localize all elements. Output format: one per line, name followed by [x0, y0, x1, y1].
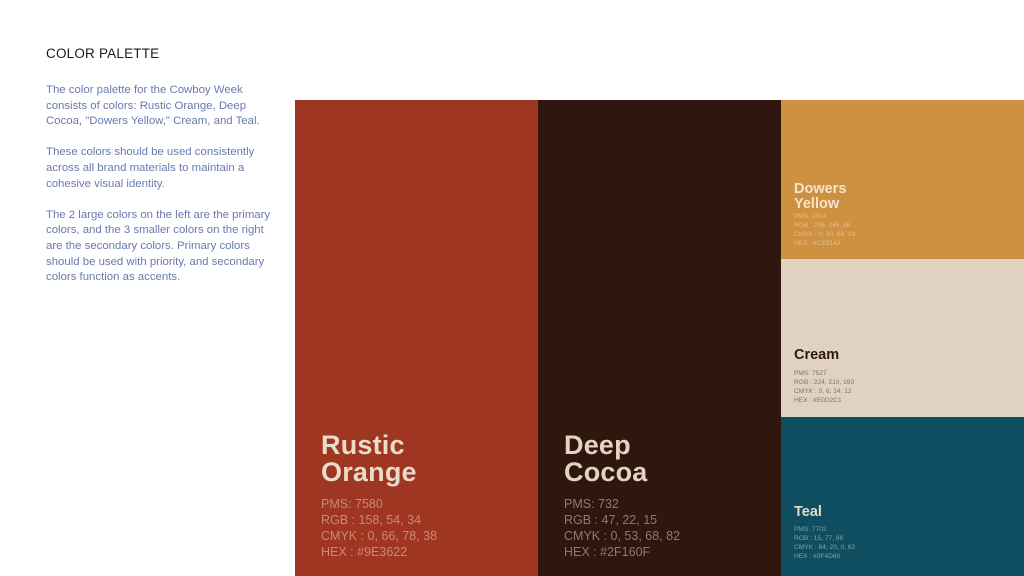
hex-value: HEX : #9E3622: [321, 545, 408, 559]
swatch-name: Rustic Orange: [321, 432, 417, 486]
swatch-name-line: Dowers: [794, 181, 847, 197]
pms-value: PMS: 7702: [794, 526, 827, 533]
cmyk-value: CMYK : 0, 66, 78, 38: [321, 529, 438, 543]
pms-value: PMS: 7580: [321, 497, 383, 511]
rgb-value: RGB : 158, 54, 34: [321, 513, 422, 527]
swatch-name: Dowers Yellow: [794, 182, 846, 212]
swatch-name: Deep Cocoa: [564, 432, 648, 486]
cmyk-value: CMYK : 84, 20, 0, 62: [794, 544, 856, 551]
swatch-name-line: Cream: [794, 347, 840, 363]
swatch-name-line: Orange: [321, 457, 417, 487]
swatch-cream: Cream PMS: 7527 RGB : 224, 210, 193 CMYK…: [781, 259, 1024, 417]
hex-value: HEX : #2F160F: [564, 545, 651, 559]
swatch-specs: PMS: 732 RGB : 47, 22, 15 CMYK : 0, 53, …: [564, 496, 680, 560]
pms-value: PMS: 732: [564, 497, 619, 511]
swatch-dowers-yellow: Dowers Yellow PMS: 2014 RGB : 206, 145, …: [781, 100, 1024, 259]
intro-paragraph: These colors should be used consistently…: [46, 146, 255, 190]
rgb-value: RGB : 47, 22, 15: [564, 513, 658, 527]
swatch-teal: Teal PMS: 7702 RGB : 15, 77, 96 CMYK : 8…: [781, 417, 1024, 576]
page-title: COLOR PALETTE: [46, 46, 160, 61]
swatch-specs: PMS: 7702 RGB : 15, 77, 96 CMYK : 84, 20…: [794, 525, 855, 561]
swatch-specs: PMS: 7580 RGB : 158, 54, 34 CMYK : 0, 66…: [321, 496, 437, 560]
pms-value: PMS: 2014: [794, 213, 827, 220]
cmyk-value: CMYK : 0, 30, 68, 19: [794, 231, 856, 238]
swatch-name: Teal: [794, 505, 822, 520]
swatch-name: Cream: [794, 348, 839, 363]
pms-value: PMS: 7527: [794, 370, 827, 377]
swatch-rustic-orange: Rustic Orange PMS: 7580 RGB : 158, 54, 3…: [295, 100, 538, 576]
intro-paragraph: The color palette for the Cowboy Week co…: [46, 84, 260, 128]
cmyk-value: CMYK : 0, 53, 68, 82: [564, 529, 681, 543]
swatch-specs: PMS: 7527 RGB : 224, 210, 193 CMYK : 0, …: [794, 369, 854, 405]
intro-paragraph: The 2 large colors on the left are the p…: [46, 208, 271, 284]
rgb-value: RGB : 206, 145, 66: [794, 222, 851, 229]
rgb-value: RGB : 224, 210, 193: [794, 379, 855, 386]
hex-value: HEX : #E0D2C1: [794, 397, 842, 404]
swatch-name-line: Cocoa: [564, 457, 648, 487]
swatch-name-line: Yellow: [794, 196, 840, 212]
cmyk-value: CMYK : 0, 6, 14, 12: [794, 388, 852, 395]
intro-panel: COLOR PALETTE The color palette for the …: [46, 46, 271, 301]
swatch-deep-cocoa: Deep Cocoa PMS: 732 RGB : 47, 22, 15 CMY…: [538, 100, 781, 576]
hex-value: HEX : #CE9142: [794, 240, 841, 247]
swatch-specs: PMS: 2014 RGB : 206, 145, 66 CMYK : 0, 3…: [794, 212, 855, 248]
rgb-value: RGB : 15, 77, 96: [794, 535, 844, 542]
swatch-name-line: Rustic: [321, 430, 405, 460]
swatch-name-line: Deep: [564, 430, 631, 460]
swatch-name-line: Teal: [794, 504, 822, 520]
hex-value: HEX : #0F4D60: [794, 553, 841, 560]
